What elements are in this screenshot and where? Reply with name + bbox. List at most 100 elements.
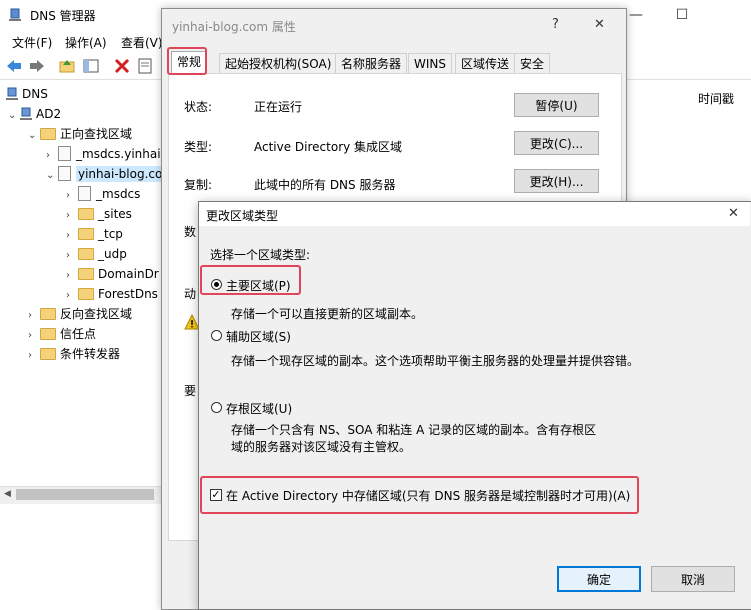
tree-item-trust-points[interactable]: › 信任点: [0, 324, 162, 344]
tree-item-label: DNS: [22, 87, 48, 101]
scrollbar-thumb[interactable]: [16, 489, 154, 500]
type-label: 类型:: [184, 140, 213, 154]
tab-security[interactable]: 安全: [514, 53, 551, 74]
tree-item-label: yinhai-blog.co: [76, 166, 162, 182]
help-button[interactable]: ?: [552, 17, 559, 32]
tree-item-forestdns[interactable]: › ForestDns: [0, 284, 162, 304]
replication-value: 此域中的所有 DNS 服务器: [254, 178, 396, 192]
properties-dialog-title: yinhai-blog.com 属性: [172, 20, 296, 34]
menu-view[interactable]: 查看(V): [121, 34, 163, 51]
console-tree: DNS ⌄ AD2 ⌄ 正向查找区域 › _msdcs.yinhai ⌄ yinhai-…: [0, 84, 162, 484]
tab-wins[interactable]: WINS: [408, 53, 452, 74]
radio-secondary-zone[interactable]: [211, 330, 222, 341]
chevron-right-icon[interactable]: ›: [46, 146, 58, 166]
maximize-button[interactable]: ☐: [659, 0, 705, 30]
zone-icon: [58, 166, 71, 181]
tree-item-label: 信任点: [60, 327, 97, 341]
chevron-right-icon[interactable]: ›: [66, 186, 78, 206]
scroll-left-icon[interactable]: ◀: [4, 489, 11, 499]
tree-item-ad2[interactable]: ⌄ AD2: [0, 104, 162, 124]
secondary-zone-description: 存储一个现存区域的副本。这个选项帮助平衡主服务器的处理量并提供容错。: [231, 354, 640, 368]
chevron-down-icon[interactable]: ⌄: [8, 106, 20, 126]
stub-zone-label[interactable]: 存根区域(U): [226, 400, 292, 417]
change-replication-button[interactable]: 更改(H)...: [514, 169, 599, 193]
highlight-general-tab: [167, 47, 207, 75]
type-value: Active Directory 集成区域: [254, 140, 403, 154]
server-icon: [20, 107, 32, 120]
zone-dialog-close-button[interactable]: ✕: [728, 206, 739, 221]
cancel-button[interactable]: 取消: [651, 566, 735, 592]
main-window-title: DNS 管理器: [30, 9, 96, 23]
secondary-zone-label[interactable]: 辅助区域(S): [226, 328, 291, 345]
zone-dialog-titlebar: [199, 202, 750, 226]
stub-zone-description-line2: 域的服务器对该区域没有主管权。: [231, 440, 412, 454]
chevron-right-icon[interactable]: ›: [28, 326, 40, 346]
tree-item-conditional-forwarders[interactable]: › 条件转发器: [0, 344, 162, 364]
tree-item-label: DomainDr: [98, 267, 159, 281]
chevron-right-icon[interactable]: ›: [66, 206, 78, 226]
tree-item-tcp[interactable]: › _tcp: [0, 224, 162, 244]
up-folder-icon[interactable]: [58, 57, 76, 75]
folder-icon: [78, 248, 94, 260]
column-header-timestamp[interactable]: 时间戳: [698, 90, 734, 107]
tree-item-label: _msdcs.yinhai: [76, 147, 161, 161]
pause-button[interactable]: 暂停(U): [514, 93, 599, 117]
chevron-right-icon[interactable]: ›: [28, 306, 40, 326]
tree-item-dns[interactable]: DNS: [0, 84, 162, 104]
forward-arrow-icon[interactable]: [28, 57, 46, 75]
status-label: 状态:: [184, 100, 213, 114]
chevron-down-icon[interactable]: ⌄: [28, 126, 40, 146]
partial-label-required: 要: [184, 384, 197, 398]
ok-button[interactable]: 确定: [557, 566, 641, 592]
zone-icon: [78, 186, 91, 201]
folder-icon: [40, 328, 56, 340]
properties-icon[interactable]: [136, 57, 154, 75]
tree-item-label: 正向查找区域: [60, 127, 133, 141]
replication-label: 复制:: [184, 178, 213, 192]
chevron-right-icon[interactable]: ›: [28, 346, 40, 366]
tab-name-servers[interactable]: 名称服务器: [335, 53, 408, 74]
highlight-store-in-ad: [200, 476, 639, 514]
change-type-button[interactable]: 更改(C)...: [514, 131, 599, 155]
folder-icon: [40, 128, 56, 140]
tree-item-yinhai-blog-zone[interactable]: ⌄ yinhai-blog.co: [0, 164, 162, 184]
tree-item-reverse-lookup-zones[interactable]: › 反向查找区域: [0, 304, 162, 324]
back-arrow-icon[interactable]: [5, 57, 23, 75]
folder-icon: [78, 288, 94, 300]
properties-close-button[interactable]: ✕: [594, 17, 605, 32]
tree-item-label: 反向查找区域: [60, 307, 133, 321]
highlight-primary-zone: [200, 265, 301, 295]
server-icon: [6, 87, 18, 100]
tree-item-forward-lookup-zones[interactable]: ⌄ 正向查找区域: [0, 124, 162, 144]
tab-zone-transfers[interactable]: 区域传送: [455, 53, 516, 74]
delete-icon[interactable]: [113, 57, 131, 75]
folder-icon: [78, 268, 94, 280]
chevron-right-icon[interactable]: ›: [66, 286, 78, 306]
menu-file[interactable]: 文件(F): [12, 34, 52, 51]
tree-item-msdcs-zone[interactable]: › _msdcs.yinhai: [0, 144, 162, 164]
zone-dialog-title: 更改区域类型: [206, 209, 279, 223]
tree-item-label: AD2: [36, 107, 62, 121]
tree-item-label: 条件转发器: [60, 347, 121, 361]
tree-item-label: _msdcs: [96, 187, 141, 201]
radio-stub-zone[interactable]: [211, 402, 222, 413]
show-tree-icon[interactable]: [82, 57, 100, 75]
chevron-right-icon[interactable]: ›: [66, 246, 78, 266]
menu-action[interactable]: 操作(A): [65, 34, 107, 51]
zone-type-prompt: 选择一个区域类型:: [210, 248, 311, 262]
tree-item-sites[interactable]: › _sites: [0, 204, 162, 224]
tab-soa[interactable]: 起始授权机构(SOA): [219, 53, 338, 74]
folder-icon: [78, 208, 94, 220]
status-value: 正在运行: [254, 100, 303, 114]
folder-icon: [40, 308, 56, 320]
dns-app-icon: [9, 8, 21, 21]
partial-label-dynamic: 动: [184, 287, 197, 301]
tree-item-domaindns[interactable]: › DomainDr: [0, 264, 162, 284]
chevron-right-icon[interactable]: ›: [66, 226, 78, 246]
tree-item-label: _sites: [98, 207, 132, 221]
tree-item-label: _udp: [98, 247, 127, 261]
chevron-right-icon[interactable]: ›: [66, 266, 78, 286]
tree-item-msdcs[interactable]: › _msdcs: [0, 184, 162, 204]
chevron-down-icon[interactable]: ⌄: [46, 166, 58, 186]
tree-item-udp[interactable]: › _udp: [0, 244, 162, 264]
